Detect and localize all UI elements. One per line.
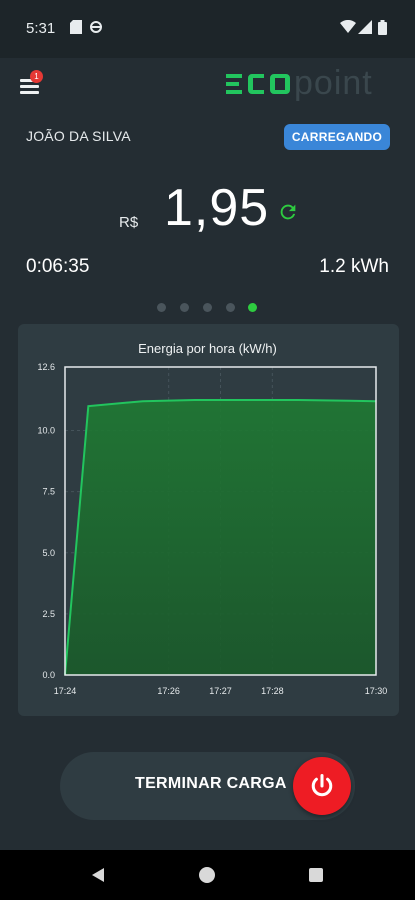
stop-charge-label[interactable]: TERMINAR CARGA bbox=[135, 775, 287, 793]
energy-area bbox=[65, 400, 376, 675]
currency-label: R$ bbox=[119, 214, 139, 231]
y-tick-label: 7.5 bbox=[42, 487, 55, 497]
price-value: 1,95 bbox=[164, 179, 270, 237]
sd-card-icon bbox=[70, 20, 82, 39]
x-tick-label: 17:27 bbox=[209, 686, 232, 696]
y-tick-label: 5.0 bbox=[42, 548, 55, 558]
battery-icon bbox=[378, 20, 387, 40]
back-icon bbox=[92, 868, 104, 882]
status-time: 5:31 bbox=[26, 20, 56, 37]
stop-charge-button[interactable] bbox=[293, 757, 351, 815]
refresh-button[interactable] bbox=[277, 201, 299, 223]
x-tick-label: 17:26 bbox=[157, 686, 180, 696]
energy-value: 1.2 kWh bbox=[319, 256, 389, 277]
nav-recents-button[interactable] bbox=[309, 868, 323, 882]
elapsed-time: 0:06:35 bbox=[26, 256, 90, 277]
page-dot[interactable] bbox=[226, 303, 235, 312]
nav-back-button[interactable] bbox=[90, 867, 106, 888]
power-icon bbox=[311, 773, 333, 797]
y-tick-label: 12.6 bbox=[37, 362, 55, 372]
signal-icon bbox=[358, 20, 372, 39]
page-dot[interactable] bbox=[203, 303, 212, 312]
y-tick-label: 10.0 bbox=[37, 426, 55, 436]
page-dot-active[interactable] bbox=[248, 303, 257, 312]
notification-badge: 1 bbox=[30, 70, 43, 83]
svg-text:point: point bbox=[294, 64, 373, 102]
refresh-icon bbox=[280, 204, 296, 220]
wifi-icon bbox=[340, 19, 356, 39]
status-badge: CARREGANDO bbox=[284, 124, 390, 150]
page-dot[interactable] bbox=[180, 303, 189, 312]
user-name: JOÃO DA SILVA bbox=[26, 128, 131, 144]
x-tick-label: 17:28 bbox=[261, 686, 284, 696]
x-tick-label: 17:24 bbox=[54, 686, 77, 696]
energy-chart: 0.0 2.5 5.0 7.5 10.0 12.6 17:24 17:26 17:27 17:28… bbox=[37, 362, 388, 696]
page-dot[interactable] bbox=[157, 303, 166, 312]
nav-home-button[interactable] bbox=[199, 867, 215, 883]
y-tick-label: 0.0 bbox=[42, 670, 55, 680]
ecopoint-logo: point bbox=[226, 64, 373, 102]
y-tick-label: 2.5 bbox=[42, 609, 55, 619]
x-tick-label: 17:30 bbox=[365, 686, 388, 696]
status-bar: 5:31 bbox=[0, 0, 415, 58]
sync-icon bbox=[90, 20, 102, 39]
